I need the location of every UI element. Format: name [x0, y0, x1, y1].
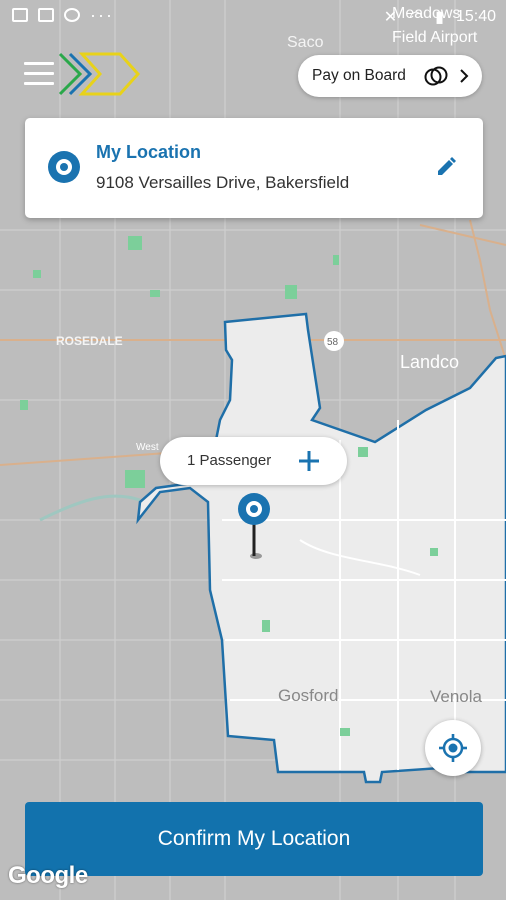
google-logo: Google — [8, 862, 88, 889]
map-label-venola: Venola — [430, 687, 483, 706]
location-target-icon — [48, 151, 80, 183]
chevron-arrows-logo — [58, 52, 141, 96]
confirm-location-button[interactable]: Confirm My Location — [25, 802, 483, 876]
map-label-gosford: Gosford — [278, 686, 338, 705]
gallery-icon — [12, 8, 28, 22]
map-label-landco: Landco — [400, 352, 459, 372]
wifi-icon: ◠ — [409, 9, 424, 26]
status-bar: ··· ✕ ◠ ▮ 15:40 — [0, 0, 506, 34]
emoji-icon — [64, 8, 80, 22]
battery-icon: ▮ — [435, 9, 444, 26]
pay-on-board-label: Pay on Board — [312, 67, 406, 84]
map-label-saco: Saco — [287, 34, 324, 51]
map-label-west: West — [136, 442, 159, 453]
hamburger-menu-icon[interactable] — [24, 62, 54, 86]
plus-icon[interactable] — [297, 449, 321, 473]
location-address: 9108 Versailles Drive, Bakersfield — [96, 173, 350, 192]
overlapping-circles-icon — [424, 66, 448, 86]
confirm-location-label: Confirm My Location — [157, 827, 351, 850]
mute-icon: ✕ — [383, 9, 398, 26]
chevron-right-icon — [460, 69, 469, 83]
location-pin-icon[interactable] — [234, 492, 274, 564]
chart-icon — [38, 8, 54, 22]
recenter-button[interactable] — [425, 720, 481, 776]
status-time: 15:40 — [455, 8, 496, 25]
passenger-selector[interactable]: 1 Passenger — [160, 437, 347, 485]
map-label-rosedale: ROSEDALE — [56, 334, 123, 348]
pencil-icon[interactable] — [435, 156, 457, 178]
location-title: My Location — [96, 142, 202, 162]
location-card[interactable]: My Location 9108 Versailles Drive, Baker… — [25, 118, 483, 218]
map-label-route: 58 — [327, 337, 339, 348]
pay-on-board-button[interactable]: Pay on Board — [298, 55, 482, 97]
passenger-count-label: 1 Passenger — [187, 452, 272, 469]
more-notifications-icon: ··· — [90, 5, 114, 25]
my-location-crosshair-icon — [439, 734, 467, 762]
